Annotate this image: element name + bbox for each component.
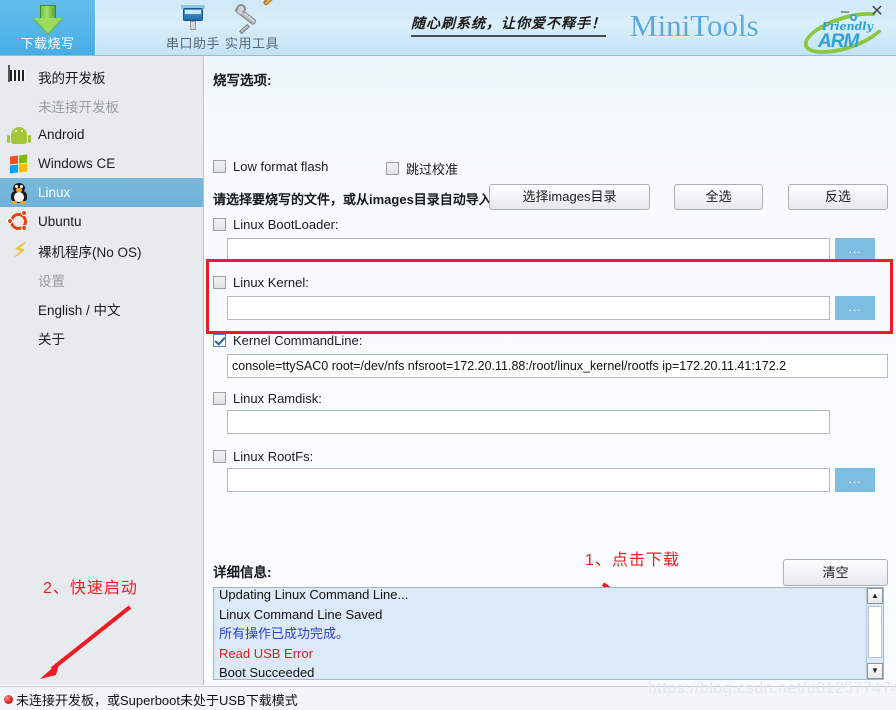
- log-scrollbar[interactable]: ▲ ▼: [866, 588, 883, 679]
- scroll-up-button[interactable]: ▲: [867, 588, 883, 604]
- sidebar-item-label: 设置: [38, 273, 65, 289]
- kernel-commandline-checkbox[interactable]: [213, 334, 226, 347]
- skip-calibration-checkbox[interactable]: [386, 162, 399, 175]
- sidebar-item-label: Windows CE: [38, 156, 116, 171]
- windows-icon: [8, 153, 30, 175]
- annotation-click-download: 1、点击下载: [585, 552, 680, 569]
- sidebar-item-label: 关于: [38, 331, 65, 347]
- minitools-window: 下载烧写 串口助手 实用工具 随心刷系统，让你爱不释手！ MiniTools F…: [0, 0, 896, 710]
- linux-ramdisk-path-input[interactable]: [227, 410, 830, 434]
- file-row-label: Linux Kernel:: [233, 275, 309, 290]
- sidebar-item-android[interactable]: Android: [0, 120, 203, 149]
- log-line: Linux Command Line Saved: [219, 606, 383, 622]
- sidebar-item-label: Linux: [38, 185, 71, 200]
- linux-bootloader-browse-button[interactable]: ...: [835, 238, 875, 262]
- checkbox-kernel-commandline[interactable]: Kernel CommandLine:: [213, 333, 362, 348]
- file-row-label: Linux RootFs:: [233, 449, 314, 464]
- sidebar-item-my-board[interactable]: 我的开发板: [0, 62, 203, 91]
- checkbox-linux-ramdisk[interactable]: Linux Ramdisk:: [213, 391, 322, 406]
- board-icon: [8, 64, 30, 88]
- sidebar-item-linux[interactable]: Linux: [0, 178, 203, 207]
- sidebar-item-settings: 设置: [0, 265, 203, 294]
- burn-options-title: 烧写选项:: [213, 73, 272, 88]
- annotation-arrow-2: [40, 605, 132, 679]
- sidebar-item-label: English / 中文: [38, 302, 121, 318]
- tab-download-burn-label: 下载烧写: [20, 36, 75, 51]
- sidebar-item-ubuntu[interactable]: Ubuntu: [0, 207, 203, 236]
- clear-log-button[interactable]: 清空: [783, 559, 888, 586]
- linux-bootloader-path-input[interactable]: [227, 238, 830, 262]
- annotation-quick-start: 2、快速启动: [43, 580, 138, 597]
- status-message: 未连接开发板，或Superboot未处于USB下载模式: [16, 693, 298, 708]
- log-line: Boot Succeeded: [219, 665, 315, 680]
- log-lines: Updating Linux Command Line... Linux Com…: [219, 587, 409, 680]
- sidebar-item-bare-metal[interactable]: ⚡ 裸机程序(No OS): [0, 236, 203, 265]
- android-icon: [7, 124, 31, 146]
- status-indicator-dot: [4, 695, 13, 704]
- file-row-label: Kernel CommandLine:: [233, 333, 363, 348]
- log-line: 所有操作已成功完成。: [219, 626, 350, 641]
- sidebar-item-label: Android: [38, 127, 85, 142]
- minimize-button[interactable]: –: [832, 2, 858, 22]
- linux-kernel-browse-button[interactable]: ...: [835, 296, 875, 320]
- checkbox-linux-kernel[interactable]: Linux Kernel:: [213, 275, 309, 290]
- sidebar-item-label: 裸机程序(No OS): [38, 244, 142, 260]
- blog-watermark: https://blog.csdn.net/u012577474: [648, 680, 896, 697]
- linux-rootfs-browse-button[interactable]: ...: [835, 468, 875, 492]
- checkbox-skip-calibration[interactable]: 跳过校准: [386, 159, 458, 178]
- sidebar-item-label: Ubuntu: [38, 214, 82, 229]
- ubuntu-icon: [7, 209, 30, 233]
- sidebar-item-label: 我的开发板: [38, 70, 106, 86]
- linux-kernel-checkbox[interactable]: [213, 276, 226, 289]
- detail-info-title: 详细信息:: [213, 565, 272, 580]
- checkbox-low-format-flash[interactable]: Low format flash: [213, 159, 328, 174]
- log-line: Updating Linux Command Line...: [219, 587, 409, 602]
- invert-select-button[interactable]: 反选: [788, 184, 888, 210]
- select-images-dir-button[interactable]: 选择images目录: [489, 184, 650, 210]
- file-row-label: Linux Ramdisk:: [233, 391, 322, 406]
- tools-icon: [234, 0, 281, 36]
- scroll-down-button[interactable]: ▼: [867, 663, 883, 679]
- sidebar-item-windows-ce[interactable]: Windows CE: [0, 149, 203, 178]
- sidebar-item-not-connected: 未连接开发板: [0, 91, 203, 120]
- scrollbar-thumb[interactable]: [868, 606, 882, 658]
- download-arrow-icon: [31, 4, 65, 36]
- linux-rootfs-path-input[interactable]: [227, 468, 830, 492]
- detail-log-panel[interactable]: Updating Linux Command Line... Linux Com…: [213, 587, 884, 680]
- lightning-bolt-icon: ⚡: [13, 239, 28, 262]
- low-format-flash-checkbox[interactable]: [213, 160, 226, 173]
- header-slogan: 随心刷系统，让你爱不释手！: [411, 13, 606, 37]
- sidebar-item-language[interactable]: English / 中文: [0, 294, 203, 323]
- file-row-label: Linux BootLoader:: [233, 217, 339, 232]
- linux-rootfs-checkbox[interactable]: [213, 450, 226, 463]
- tab-download-burn[interactable]: 下载烧写: [0, 0, 96, 55]
- close-button[interactable]: ✕: [864, 2, 890, 22]
- app-brand-title: MiniTools: [630, 8, 759, 43]
- linux-penguin-icon: [8, 182, 30, 204]
- checkbox-label: Low format flash: [233, 159, 329, 174]
- linux-kernel-path-input[interactable]: [227, 296, 830, 320]
- select-all-button[interactable]: 全选: [674, 184, 763, 210]
- linux-ramdisk-checkbox[interactable]: [213, 392, 226, 405]
- tab-utility-tools[interactable]: 实用工具: [204, 0, 300, 55]
- file-select-hint: 请选择要烧写的文件，或从images目录自动导入: [213, 192, 492, 207]
- main-panel: 烧写选项: Low format flash 跳过校准 请选择要烧写的文件，或从…: [205, 56, 896, 710]
- checkbox-linux-bootloader[interactable]: Linux BootLoader:: [213, 217, 339, 232]
- checkbox-label: 跳过校准: [406, 162, 459, 177]
- logo-arm-text: ARM: [818, 31, 859, 52]
- linux-bootloader-checkbox[interactable]: [213, 218, 226, 231]
- sidebar-item-label: 未连接开发板: [38, 99, 119, 115]
- checkbox-linux-rootfs[interactable]: Linux RootFs:: [213, 449, 313, 464]
- sidebar: 我的开发板 未连接开发板 Android Windows CE Linux Ub…: [0, 56, 204, 710]
- tab-utility-tools-label: 实用工具: [224, 36, 279, 51]
- log-line: Read USB Error: [219, 645, 313, 661]
- kernel-commandline-input[interactable]: console=ttySAC0 root=/dev/nfs nfsroot=17…: [227, 354, 888, 378]
- app-header: 下载烧写 串口助手 实用工具 随心刷系统，让你爱不释手！ MiniTools F…: [0, 0, 896, 56]
- sidebar-item-about[interactable]: 关于: [0, 323, 203, 352]
